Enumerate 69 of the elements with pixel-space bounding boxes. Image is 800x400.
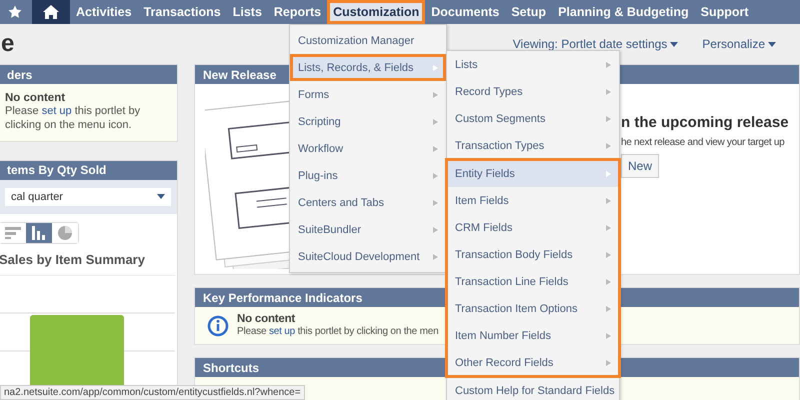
nav-tab[interactable]: Support xyxy=(694,0,755,24)
menu-item[interactable]: Custom Segments xyxy=(447,105,619,132)
menu-item[interactable]: Transaction Types xyxy=(447,132,619,159)
dropdown-caret-icon xyxy=(157,194,165,200)
submenu-arrow-icon xyxy=(433,172,438,178)
submenu-arrow-icon xyxy=(433,118,438,124)
submenu-arrow-icon xyxy=(606,278,611,284)
page-title: e xyxy=(1,30,14,58)
message-text: Please set up this portlet by clicking on the men xyxy=(237,325,438,338)
menu-item[interactable]: Custom Help for Standard Fields xyxy=(447,377,619,400)
menu-item[interactable]: Transaction Body Fields xyxy=(447,241,619,268)
menu-item[interactable]: SuiteBundler xyxy=(290,216,446,243)
release-text: he next release and view your target up xyxy=(621,137,786,148)
nav-tab[interactable]: Lists xyxy=(226,0,268,24)
column-bars-icon xyxy=(32,226,46,240)
info-icon xyxy=(207,314,229,336)
pie-chart-icon xyxy=(58,226,72,240)
portlet-header: tems By Qty Sold xyxy=(0,160,177,180)
submenu-arrow-icon xyxy=(606,224,611,230)
message-title: No content xyxy=(237,313,296,325)
menu-item[interactable]: Item Fields xyxy=(447,187,619,214)
nav-tab[interactable]: Transactions xyxy=(138,0,227,24)
submenu-arrow-icon xyxy=(606,252,611,258)
submenu-arrow-icon xyxy=(606,332,611,338)
menu-item[interactable]: Plug-ins xyxy=(290,162,446,189)
star-icon xyxy=(8,5,22,19)
submenu-arrow-icon xyxy=(606,62,611,68)
period-select[interactable]: cal quarter xyxy=(5,188,171,206)
submenu-arrow-icon xyxy=(606,142,611,148)
nav-tab[interactable]: Customization xyxy=(327,0,426,24)
menu-item[interactable]: Forms xyxy=(290,81,446,108)
submenu-arrow-icon xyxy=(606,360,611,366)
submenu-arrow-icon xyxy=(433,146,438,152)
menu-item[interactable]: Lists, Records, & Fields xyxy=(290,54,446,81)
submenu-arrow-icon xyxy=(606,170,611,176)
submenu-arrow-icon xyxy=(606,88,611,94)
nav-tab[interactable]: Documents xyxy=(425,0,506,24)
menu-item[interactable]: SuiteCloud Development xyxy=(290,243,446,270)
menu-item[interactable]: Centers and Tabs xyxy=(290,189,446,216)
submenu-arrow-icon xyxy=(606,198,611,204)
submenu-arrow-icon xyxy=(606,116,611,122)
message-text: Please set up this portlet by clicking on the menu icon. xyxy=(5,104,142,133)
header-link[interactable]: Viewing: Portlet date settings xyxy=(512,37,678,51)
submenu-arrow-icon xyxy=(433,64,438,70)
nav-tab[interactable]: Reports xyxy=(268,0,328,24)
nav-tab[interactable]: Setup xyxy=(505,0,552,24)
nav-tab[interactable]: Activities xyxy=(70,0,138,24)
menu-item[interactable]: Workflow xyxy=(290,135,446,162)
home-button[interactable] xyxy=(32,0,70,24)
new-button[interactable]: New xyxy=(621,154,660,178)
submenu-arrow-icon xyxy=(433,200,438,206)
menu-item[interactable]: Item Number Fields xyxy=(447,322,619,349)
submenu-arrow-icon xyxy=(433,254,438,260)
submenu-arrow-icon xyxy=(606,306,611,312)
menu-item[interactable]: Entity Fields xyxy=(447,160,619,187)
status-bar-url: na2.netsuite.com/app/common/custom/entitycustfields.nl?whence= xyxy=(0,385,305,400)
home-icon xyxy=(42,4,60,20)
release-heading: n the upcoming release xyxy=(621,114,789,131)
menu-item[interactable]: Customization Manager xyxy=(290,27,446,54)
menu-item[interactable]: CRM Fields xyxy=(447,214,619,241)
nav-tab[interactable]: Planning & Budgeting xyxy=(552,0,695,24)
menu-item[interactable]: Scripting xyxy=(290,108,446,135)
header-link[interactable]: Personalize xyxy=(702,37,776,51)
portlet-header: ders xyxy=(0,65,177,84)
chart-type-toggle[interactable] xyxy=(26,222,52,243)
message-title: No content xyxy=(5,92,66,104)
horizontal-bars-icon xyxy=(5,226,21,239)
submenu-arrow-icon xyxy=(433,92,438,98)
submenu-arrow-icon xyxy=(433,226,438,232)
